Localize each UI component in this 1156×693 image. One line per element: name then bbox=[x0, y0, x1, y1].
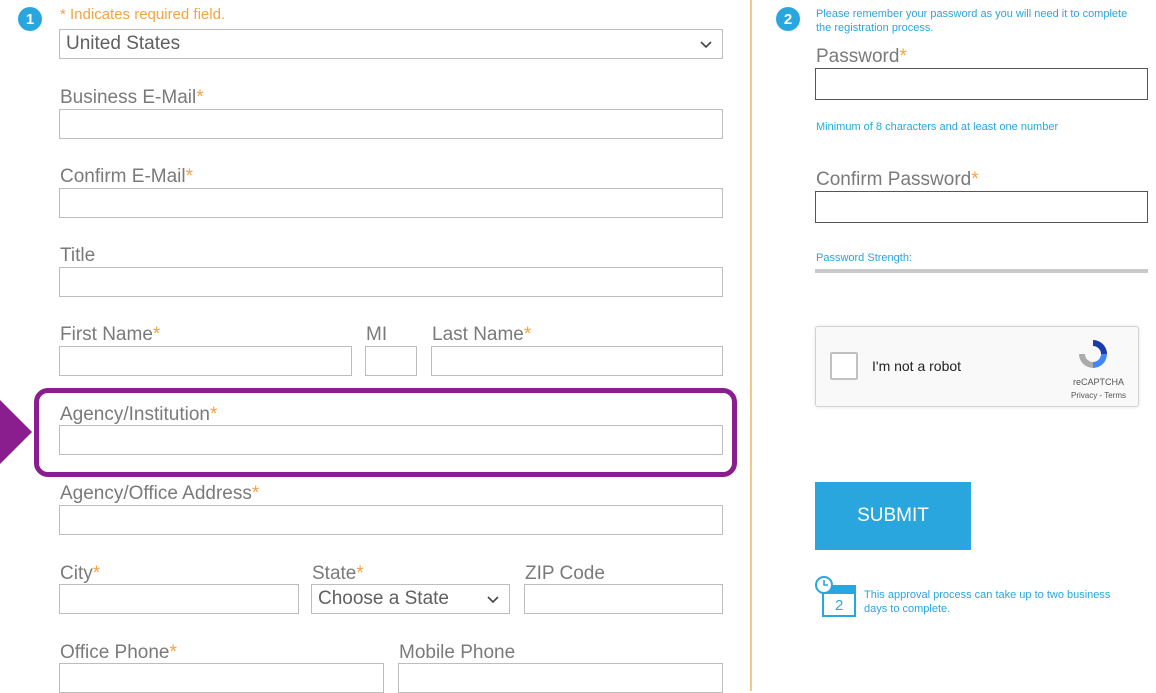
password-label: Password* bbox=[816, 46, 907, 67]
state-select-value: Choose a State bbox=[318, 588, 449, 609]
city-input[interactable] bbox=[59, 584, 299, 614]
password-strength-label: Password Strength: bbox=[816, 252, 912, 264]
confirm-email-label: Confirm E-Mail* bbox=[60, 166, 194, 187]
password-hint: Minimum of 8 characters and at least one… bbox=[816, 121, 1059, 133]
chevron-down-icon bbox=[700, 41, 712, 49]
country-select-value: United States bbox=[66, 33, 181, 54]
password-input[interactable] bbox=[815, 68, 1148, 100]
last-name-label: Last Name* bbox=[432, 324, 532, 345]
address-label: Agency/Office Address* bbox=[60, 483, 260, 504]
agency-highlight-box bbox=[34, 388, 737, 477]
recaptcha-logo-icon bbox=[1079, 340, 1107, 368]
step-1-badge: 1 bbox=[18, 7, 42, 31]
title-input[interactable] bbox=[59, 267, 723, 297]
state-label: State* bbox=[312, 563, 364, 584]
first-name-input[interactable] bbox=[59, 346, 352, 376]
step-2-badge: 2 bbox=[776, 7, 800, 31]
chevron-down-icon bbox=[487, 596, 499, 604]
zip-label: ZIP Code bbox=[525, 563, 605, 584]
first-name-label: First Name* bbox=[60, 324, 161, 345]
password-remember-note: Please remember your password as you wil… bbox=[816, 8, 1128, 34]
confirm-password-input[interactable] bbox=[815, 191, 1148, 223]
recaptcha-label: I'm not a robot bbox=[872, 358, 962, 374]
office-phone-label: Office Phone* bbox=[60, 642, 177, 663]
confirm-email-input[interactable] bbox=[59, 188, 723, 218]
country-select[interactable]: United States bbox=[59, 29, 723, 59]
password-strength-bar bbox=[815, 269, 1148, 273]
approval-note: This approval process can take up to two… bbox=[864, 589, 1111, 615]
business-email-input[interactable] bbox=[59, 109, 723, 139]
business-email-label: Business E-Mail* bbox=[60, 87, 204, 108]
mobile-phone-label: Mobile Phone bbox=[399, 642, 516, 663]
zip-input[interactable] bbox=[524, 584, 723, 614]
required-field-note: * Indicates required field. bbox=[60, 6, 226, 23]
state-select[interactable]: Choose a State bbox=[311, 584, 510, 614]
calendar-clock-icon: 2 bbox=[815, 576, 857, 618]
submit-button[interactable]: SUBMIT bbox=[815, 482, 971, 550]
pointer-arrow-icon bbox=[0, 400, 32, 464]
recaptcha-brand: reCAPTCHA bbox=[1072, 377, 1124, 387]
confirm-password-label: Confirm Password* bbox=[816, 169, 979, 190]
last-name-input[interactable] bbox=[431, 346, 723, 376]
address-input[interactable] bbox=[59, 505, 723, 535]
recaptcha-widget: I'm not a robot reCAPTCHA Privacy - Term… bbox=[815, 326, 1139, 407]
recaptcha-checkbox[interactable] bbox=[830, 352, 858, 380]
mi-label: MI bbox=[366, 324, 388, 345]
title-label: Title bbox=[60, 245, 96, 266]
office-phone-input[interactable] bbox=[59, 663, 384, 693]
calendar-day-count: 2 bbox=[835, 597, 844, 614]
city-label: City* bbox=[60, 563, 101, 584]
mobile-phone-input[interactable] bbox=[398, 663, 723, 693]
column-divider bbox=[750, 0, 752, 691]
recaptcha-privacy-terms[interactable]: Privacy - Terms bbox=[1071, 391, 1126, 400]
mi-input[interactable] bbox=[365, 346, 417, 376]
